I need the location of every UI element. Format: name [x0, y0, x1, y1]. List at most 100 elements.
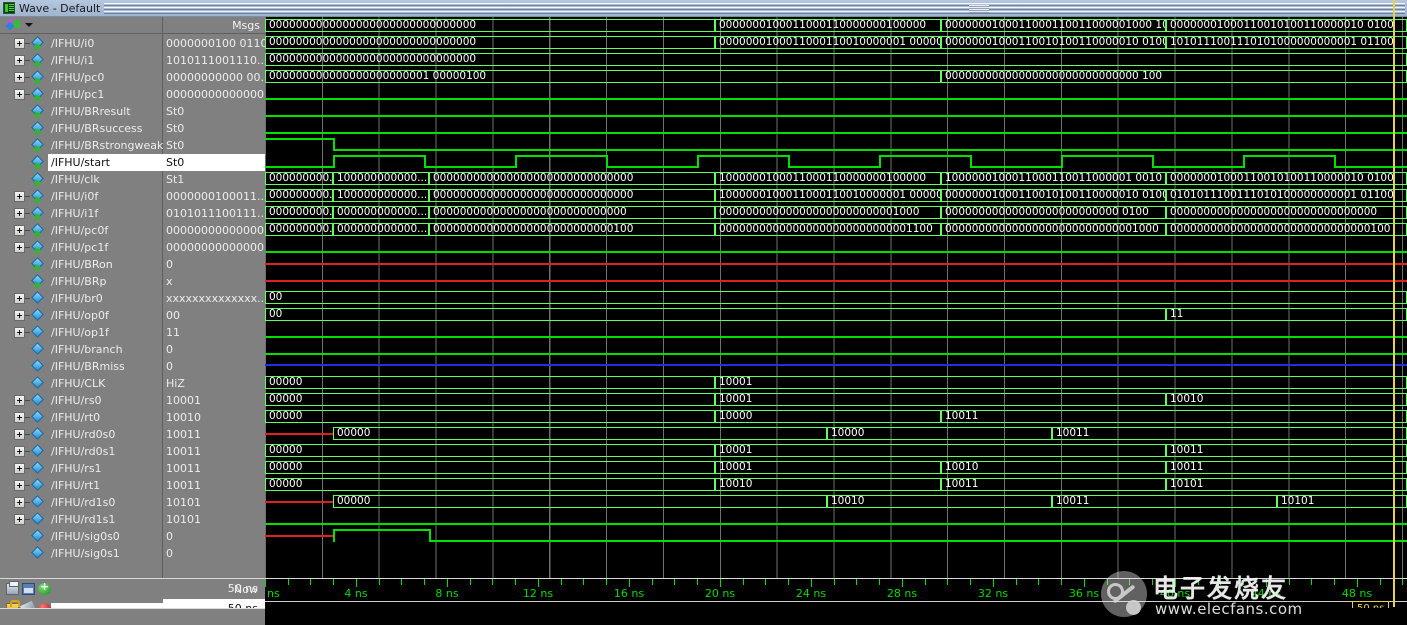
signal-row[interactable]: /IFHU/op0f00: [0, 307, 265, 324]
signal-type-icon: [31, 343, 48, 356]
waveform-row: 00: [265, 289, 1407, 306]
signal-row[interactable]: /IFHU/startSt0: [0, 154, 265, 171]
signal-value: St0: [163, 154, 265, 171]
timeline-minor-tick: [925, 579, 926, 585]
signal-row[interactable]: /IFHU/BRmiss0: [0, 358, 265, 375]
waveform-row: [265, 85, 1407, 102]
timeline-ruler[interactable]: ns4 ns8 ns12 ns16 ns20 ns24 ns28 ns32 ns…: [265, 578, 1407, 608]
timeline-minor-tick: [1129, 579, 1130, 585]
signal-value: 0: [163, 358, 265, 375]
signal-row[interactable]: /IFHU/BRresultSt0: [0, 103, 265, 120]
clock-level: [1334, 166, 1407, 168]
window-icon[interactable]: [22, 583, 35, 595]
objects-icon[interactable]: [6, 19, 21, 31]
signal-row[interactable]: /IFHU/pc100000000000000...: [0, 86, 265, 103]
signal-row[interactable]: /IFHU/clkSt1: [0, 171, 265, 188]
expand-toggle-icon[interactable]: [14, 480, 25, 491]
signal-row[interactable]: /IFHU/pc000000000000 00...: [0, 69, 265, 86]
signal-row[interactable]: /IFHU/br0xxxxxxxxxxxxxx...: [0, 290, 265, 307]
expand-toggle-icon[interactable]: [14, 497, 25, 508]
signal-row[interactable]: /IFHU/BRpx: [0, 273, 265, 290]
expand-toggle-icon[interactable]: [14, 72, 25, 83]
signal-row[interactable]: /IFHU/rt010010: [0, 409, 265, 426]
tree-connector: [25, 485, 30, 486]
print-icon[interactable]: [6, 583, 19, 595]
timeline-minor-tick: [834, 579, 835, 585]
signal-value: 0: [163, 545, 265, 562]
bus-segment: 10001: [715, 461, 941, 474]
tree-connector: [25, 383, 30, 384]
signal-row[interactable]: /IFHU/pc1f00000000000000...: [0, 239, 265, 256]
add-cursor-icon[interactable]: [38, 583, 51, 595]
expand-toggle-icon[interactable]: [14, 446, 25, 457]
signal-row[interactable]: /IFHU/branch0: [0, 341, 265, 358]
msgs-column-header[interactable]: Msgs: [163, 17, 265, 34]
titlebar-drag-grip[interactable]: [969, 5, 989, 13]
signal-row[interactable]: /IFHU/rs010001: [0, 392, 265, 409]
signal-row[interactable]: /IFHU/CLKHiZ: [0, 375, 265, 392]
signal-row[interactable]: /IFHU/pc0f00000000000000...: [0, 222, 265, 239]
timeline-minor-tick: [1107, 579, 1108, 585]
cursor1-line[interactable]: [1393, 0, 1395, 607]
signal-row[interactable]: /IFHU/rd1s110101: [0, 511, 265, 528]
signal-row[interactable]: /IFHU/op1f11: [0, 324, 265, 341]
signal-row[interactable]: /IFHU/rd0s010011: [0, 426, 265, 443]
signal-row[interactable]: /IFHU/i0f0000000100011...: [0, 188, 265, 205]
signal-row[interactable]: /IFHU/i11010111001110...: [0, 52, 265, 69]
signal-row[interactable]: /IFHU/i00000000100 0110...: [0, 35, 265, 52]
expand-toggle-icon[interactable]: [14, 38, 25, 49]
signal-type-icon: [31, 428, 48, 441]
expand-toggle-icon[interactable]: [14, 89, 25, 100]
clock-level: [515, 155, 606, 157]
bus-segment: 10001: [715, 444, 1166, 457]
signal-row[interactable]: /IFHU/BRon0: [0, 256, 265, 273]
level-line: [429, 540, 1407, 542]
level-line: [265, 364, 1407, 366]
signal-row[interactable]: /IFHU/rs110011: [0, 460, 265, 477]
expand-toggle-icon[interactable]: [14, 395, 25, 406]
signal-row[interactable]: /IFHU/sig0s10: [0, 545, 265, 562]
timeline-minor-tick: [379, 579, 380, 585]
expand-toggle-icon[interactable]: [14, 327, 25, 338]
signal-row[interactable]: /IFHU/sig0s00: [0, 528, 265, 545]
signal-row[interactable]: /IFHU/rd0s110011: [0, 443, 265, 460]
signal-row[interactable]: /IFHU/BRsuccessSt0: [0, 120, 265, 137]
expand-toggle-icon[interactable]: [14, 225, 25, 236]
signal-type-icon: [31, 224, 48, 237]
tree-connector: [25, 264, 30, 265]
expand-toggle-icon[interactable]: [14, 55, 25, 66]
waveform-row: [265, 136, 1407, 153]
signal-row[interactable]: /IFHU/i1f0101011100111...: [0, 205, 265, 222]
expand-toggle-icon[interactable]: [14, 514, 25, 525]
expand-toggle-icon[interactable]: [14, 208, 25, 219]
modelsim-wave-window: Wave - Default Msgs /IFHU/i00000000100 0…: [0, 0, 1407, 625]
signal-value: 00000000000000...: [163, 239, 265, 256]
expand-toggle-icon[interactable]: [14, 412, 25, 423]
signal-value: xxxxxxxxxxxxxx...: [163, 290, 265, 307]
chevron-down-icon[interactable]: [25, 23, 33, 27]
bus-segment: 00000000000000000000000000001100: [715, 223, 941, 236]
tree-connector: [25, 281, 30, 282]
bus-segment: 00000: [265, 376, 715, 389]
undefined-level-line: [265, 433, 333, 435]
waveform-canvas[interactable]: 0000000000000000000000000000000000000010…: [265, 17, 1407, 578]
bus-segment: 00000: [265, 461, 715, 474]
expand-toggle-icon[interactable]: [14, 429, 25, 440]
horizontal-scrollbar[interactable]: [266, 609, 1276, 623]
signal-row[interactable]: /IFHU/rd1s010101: [0, 494, 265, 511]
bus-segment: 000000000000000000000000000000100: [1166, 223, 1407, 236]
expand-toggle-icon[interactable]: [14, 310, 25, 321]
signal-type-icon: [31, 377, 48, 390]
timeline-label: 24 ns: [796, 587, 826, 600]
signal-row[interactable]: /IFHU/BRstrongweakSt0: [0, 137, 265, 154]
timeline-minor-tick: [424, 579, 425, 585]
expand-toggle-icon[interactable]: [14, 191, 25, 202]
signal-row[interactable]: /IFHU/rt110011: [0, 477, 265, 494]
signal-value: 00000000000 00...: [163, 69, 265, 86]
expand-toggle-icon[interactable]: [14, 242, 25, 253]
tree-connector: [25, 349, 30, 350]
expand-toggle-icon[interactable]: [14, 463, 25, 474]
timeline-major-tick: [1357, 579, 1358, 587]
expand-toggle-icon[interactable]: [14, 293, 25, 304]
timeline-major-tick: [265, 579, 266, 587]
